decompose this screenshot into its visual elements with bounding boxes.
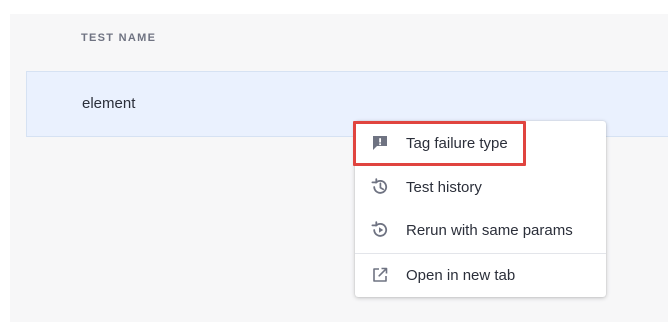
tag-failure-icon	[373, 136, 387, 150]
column-header-test-name: TEST NAME	[81, 32, 157, 44]
menu-divider	[355, 253, 606, 254]
menu-item-open-in-new-tab[interactable]: Open in new tab	[355, 255, 606, 295]
external-link-icon	[373, 267, 388, 282]
menu-item-label: Rerun with same params	[406, 221, 573, 239]
test-name-cell: element	[82, 95, 136, 112]
context-menu: Tag failure type Test history Rerun with…	[355, 121, 606, 297]
rerun-icon	[371, 221, 388, 237]
menu-item-label: Tag failure type	[406, 134, 508, 152]
menu-item-label: Open in new tab	[406, 266, 516, 284]
menu-item-rerun-with-same-params[interactable]: Rerun with same params	[355, 210, 606, 250]
menu-item-test-history[interactable]: Test history	[355, 167, 606, 207]
history-icon	[371, 178, 388, 194]
menu-item-label: Test history	[406, 178, 482, 196]
menu-item-tag-failure-type[interactable]: Tag failure type	[355, 123, 606, 163]
